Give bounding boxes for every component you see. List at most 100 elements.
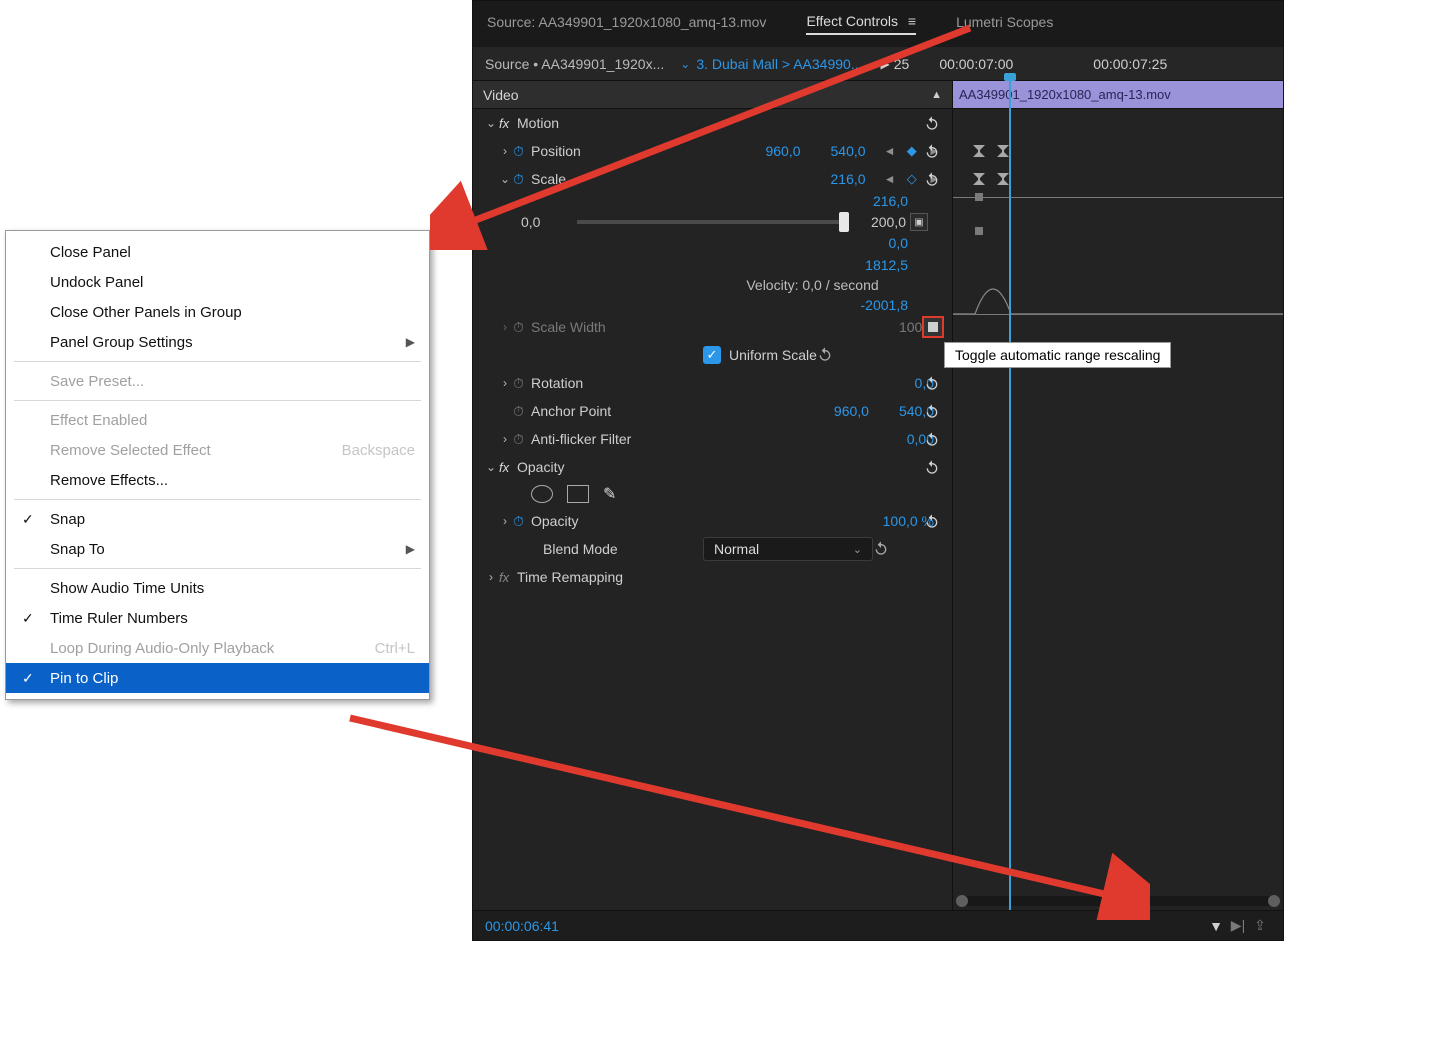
keyframe-tracks[interactable] bbox=[953, 109, 1283, 910]
effect-time-remapping[interactable]: › fx Time Remapping bbox=[473, 563, 952, 591]
reset-icon[interactable] bbox=[922, 169, 942, 189]
twirl-right-icon[interactable]: › bbox=[483, 570, 499, 584]
menu-close-panel[interactable]: Close Panel bbox=[6, 237, 429, 267]
menu-pin-to-clip[interactable]: ✓Pin to Clip bbox=[6, 663, 429, 693]
ellipse-mask-icon[interactable] bbox=[531, 485, 553, 503]
rect-mask-icon[interactable] bbox=[567, 485, 589, 503]
expand-graph-icon[interactable]: ▣ bbox=[910, 213, 928, 231]
prop-blend-mode[interactable]: Blend Mode Normal ⌄ bbox=[473, 535, 952, 563]
tab-source[interactable]: Source: AA349901_1920x1080_amq-13.mov bbox=[487, 14, 766, 34]
reset-icon[interactable] bbox=[817, 346, 833, 365]
menu-undock-panel[interactable]: Undock Panel bbox=[6, 267, 429, 297]
toggle-range-rescale-button[interactable] bbox=[922, 316, 944, 338]
menu-label: Remove Effects... bbox=[50, 472, 168, 489]
anchor-label: Anchor Point bbox=[531, 403, 834, 419]
chevron-down-icon[interactable]: ⌄ bbox=[680, 57, 690, 71]
tab-effect-controls[interactable]: Effect Controls ≡ bbox=[806, 13, 916, 35]
checkbox-checked-icon[interactable]: ✓ bbox=[703, 346, 721, 364]
collapse-icon[interactable]: ▲ bbox=[931, 89, 942, 101]
stopwatch-icon[interactable]: ⏱ bbox=[513, 403, 531, 420]
play-only-icon[interactable]: ▶| bbox=[1227, 917, 1249, 934]
sequence-path[interactable]: 3. Dubai Mall > AA34990... bbox=[696, 56, 862, 72]
prop-anti-flicker[interactable]: › ⏱ Anti-flicker Filter 0,00 bbox=[473, 425, 952, 453]
position-y[interactable]: 540,0 bbox=[831, 143, 866, 159]
opacity-effect-label: Opacity bbox=[517, 459, 952, 475]
stopwatch-icon[interactable]: ⏱ bbox=[513, 513, 531, 530]
keyframe-icon[interactable] bbox=[971, 171, 987, 187]
export-icon[interactable]: ⇪ bbox=[1249, 917, 1271, 934]
reset-icon[interactable] bbox=[922, 141, 942, 161]
twirl-open-icon[interactable]: ⌄ bbox=[483, 460, 499, 474]
menu-separator bbox=[14, 499, 421, 500]
slider-track[interactable] bbox=[577, 220, 844, 224]
reset-icon[interactable] bbox=[873, 540, 889, 559]
twirl-right-icon[interactable]: › bbox=[497, 432, 513, 446]
effect-opacity[interactable]: ⌄ fx Opacity bbox=[473, 453, 952, 481]
reset-icon[interactable] bbox=[922, 401, 942, 421]
uniform-scale-label: Uniform Scale bbox=[729, 347, 817, 363]
reset-icon[interactable] bbox=[922, 373, 942, 393]
twirl-right-icon[interactable]: › bbox=[497, 514, 513, 528]
graph-node-icon[interactable] bbox=[975, 193, 983, 201]
add-keyframe-icon[interactable]: ◆ bbox=[907, 143, 919, 158]
panel-menu-icon[interactable]: ≡ bbox=[908, 13, 916, 29]
effect-motion[interactable]: ⌄ fx Motion bbox=[473, 109, 952, 137]
keyframe-icon[interactable] bbox=[971, 143, 987, 159]
uniform-scale-row[interactable]: ✓ Uniform Scale bbox=[473, 341, 952, 369]
filter-icon[interactable]: ▼ bbox=[1205, 918, 1227, 934]
add-keyframe-icon[interactable]: ◇ bbox=[907, 171, 919, 186]
twirl-open-icon[interactable]: ⌄ bbox=[497, 172, 513, 186]
twirl-open-icon[interactable]: ⌄ bbox=[483, 116, 499, 130]
scale-value[interactable]: 216,0 bbox=[831, 171, 866, 187]
prop-rotation[interactable]: › ⏱ Rotation 0,0 bbox=[473, 369, 952, 397]
prop-scale[interactable]: ⌄ ⏱ Scale 216,0 ◄ ◇ ► bbox=[473, 165, 952, 193]
prop-position[interactable]: › ⏱ Position 960,0 540,0 ◄ ◆ ► bbox=[473, 137, 952, 165]
twirl-right-icon[interactable]: › bbox=[497, 376, 513, 390]
reset-icon[interactable] bbox=[922, 511, 942, 531]
stopwatch-icon[interactable]: ⏱ bbox=[513, 431, 531, 448]
menu-snap-to[interactable]: Snap To▶ bbox=[6, 534, 429, 564]
fx-badge-icon: fx bbox=[499, 570, 517, 585]
menu-snap[interactable]: ✓Snap bbox=[6, 504, 429, 534]
graph-node-icon[interactable] bbox=[975, 227, 983, 235]
fx-badge-icon[interactable]: fx bbox=[499, 460, 517, 475]
menu-label: Save Preset... bbox=[50, 373, 144, 390]
current-timecode[interactable]: 00:00:06:41 bbox=[485, 918, 559, 934]
prop-anchor-point[interactable]: ⏱ Anchor Point 960,0 540,0 bbox=[473, 397, 952, 425]
prop-opacity[interactable]: › ⏱ Opacity 100,0 % bbox=[473, 507, 952, 535]
position-x[interactable]: 960,0 bbox=[765, 143, 800, 159]
reset-icon[interactable] bbox=[922, 429, 942, 449]
blend-mode-label: Blend Mode bbox=[543, 541, 703, 557]
slider-thumb[interactable] bbox=[839, 212, 849, 232]
anchor-x[interactable]: 960,0 bbox=[834, 403, 869, 419]
twirl-right-icon[interactable]: › bbox=[497, 144, 513, 158]
video-section-header[interactable]: Video ▲ bbox=[473, 81, 952, 109]
scroll-thumb-left[interactable] bbox=[956, 895, 968, 907]
timeline-scrollbar[interactable] bbox=[957, 896, 1279, 906]
stopwatch-icon[interactable]: ⏱ bbox=[513, 375, 531, 392]
menu-remove-effects[interactable]: Remove Effects... bbox=[6, 465, 429, 495]
stopwatch-icon[interactable]: ⏱ bbox=[513, 171, 531, 188]
tab-effect-controls-label: Effect Controls bbox=[806, 13, 898, 29]
menu-label: Snap To bbox=[50, 541, 105, 558]
keyframe-timeline[interactable]: AA349901_1920x1080_amq-13.mov bbox=[953, 81, 1283, 910]
menu-label: Panel Group Settings bbox=[50, 334, 193, 351]
menu-close-other-panels[interactable]: Close Other Panels in Group bbox=[6, 297, 429, 327]
menu-time-ruler-numbers[interactable]: ✓Time Ruler Numbers bbox=[6, 603, 429, 633]
blend-mode-select[interactable]: Normal ⌄ bbox=[703, 537, 873, 561]
panel-tab-strip: Source: AA349901_1920x1080_amq-13.mov Ef… bbox=[473, 1, 1283, 47]
stopwatch-icon[interactable]: ⏱ bbox=[513, 143, 531, 160]
fx-badge-icon[interactable]: fx bbox=[499, 116, 517, 131]
tab-lumetri-scopes[interactable]: Lumetri Scopes bbox=[956, 14, 1053, 34]
menu-panel-group-settings[interactable]: Panel Group Settings▶ bbox=[6, 327, 429, 357]
scale-slider[interactable]: 0,0 200,0 ▣ bbox=[473, 209, 952, 235]
clip-bar[interactable]: AA349901_1920x1080_amq-13.mov bbox=[953, 81, 1283, 108]
menu-save-preset: Save Preset... bbox=[6, 366, 429, 396]
menu-show-audio-time-units[interactable]: Show Audio Time Units bbox=[6, 573, 429, 603]
play-indicator-icon[interactable]: ▶ bbox=[881, 57, 890, 71]
pen-mask-icon[interactable]: ✎ bbox=[603, 484, 616, 504]
playhead[interactable] bbox=[1009, 81, 1011, 910]
reset-icon[interactable] bbox=[922, 113, 942, 133]
scroll-thumb-right[interactable] bbox=[1268, 895, 1280, 907]
reset-icon[interactable] bbox=[922, 457, 942, 477]
